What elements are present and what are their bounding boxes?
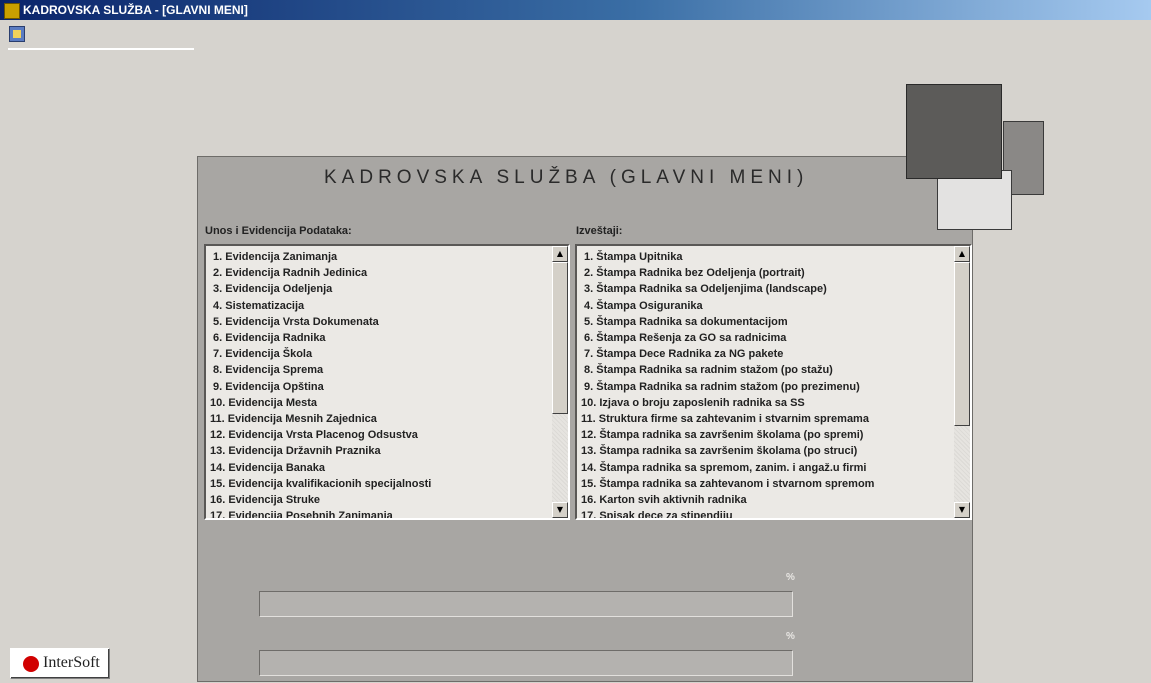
panel-title: KADROVSKA SLUŽBA (GLAVNI MENI) [324,167,809,188]
intersoft-logo-icon [23,656,39,672]
list-item[interactable]: 15. Štampa radnika sa zahtevanom i stvar… [581,476,874,492]
list-item[interactable]: 16. Evidencija Struke [210,492,431,508]
izvestaji-listbox[interactable]: 1. Štampa Upitnika 2. Štampa Radnika bez… [575,244,972,520]
app-icon[interactable] [4,3,20,19]
list-item[interactable]: 11. Evidencija Mesnih Zajednica [210,411,431,427]
list-item[interactable]: 5. Štampa Radnika sa dokumentacijom [581,314,874,330]
decorative-square [906,84,1002,179]
progress-bar-2 [259,650,793,676]
list-item[interactable]: 1. Evidencija Zanimanja [210,249,431,265]
progress-percent-label: % [786,572,795,583]
list-item[interactable]: 12. Štampa radnika sa završenim školama … [581,427,874,443]
intersoft-logo: InterSoft [10,648,110,679]
toolbar-divider [8,48,194,50]
scroll-up-arrow-icon[interactable]: ▲ [954,246,970,262]
list-item[interactable]: 10. Evidencija Mesta [210,395,431,411]
unos-listbox[interactable]: 1. Evidencija Zanimanja 2. Evidencija Ra… [204,244,570,520]
list-item[interactable]: 7. Evidencija Škola [210,346,431,362]
izvestaji-list: 1. Štampa Upitnika 2. Štampa Radnika bez… [581,249,874,518]
list-item[interactable]: 8. Štampa Radnika sa radnim stažom (po s… [581,362,874,378]
list-item[interactable]: 13. Štampa radnika sa završenim školama … [581,443,874,459]
window-title: KADROVSKA SLUŽBA - [GLAVNI MENI] [23,3,248,17]
logo-text: InterSoft [43,654,100,671]
list-item[interactable]: 6. Štampa Rešenja za GO sa radnicima [581,330,874,346]
unos-section-label: Unos i Evidencija Podataka: [205,225,352,237]
list-item[interactable]: 8. Evidencija Sprema [210,362,431,378]
list-item[interactable]: 11. Struktura firme sa zahtevanim i stva… [581,411,874,427]
izvestaji-section-label: Izveštaji: [576,225,623,237]
list-item[interactable]: 3. Štampa Radnika sa Odeljenjima (landsc… [581,281,874,297]
list-item[interactable]: 15. Evidencija kvalifikacionih specijaln… [210,476,431,492]
list-item[interactable]: 14. Štampa radnika sa spremom, zanim. i … [581,460,874,476]
list-item[interactable]: 6. Evidencija Radnika [210,330,431,346]
main-menu-panel: KADROVSKA SLUŽBA (GLAVNI MENI) Unos i Ev… [197,156,973,682]
list-item[interactable]: 14. Evidencija Banaka [210,460,431,476]
progress-bar-1 [259,591,793,617]
scroll-up-arrow-icon[interactable]: ▲ [552,246,568,262]
list-item[interactable]: 1. Štampa Upitnika [581,249,874,265]
list-item[interactable]: 7. Štampa Dece Radnika za NG pakete [581,346,874,362]
list-item[interactable]: 16. Karton svih aktivnih radnika [581,492,874,508]
decorative-square [937,170,1012,230]
list-item[interactable]: 5. Evidencija Vrsta Dokumenata [210,314,431,330]
scroll-down-arrow-icon[interactable]: ▼ [954,502,970,518]
list-item[interactable]: 9. Štampa Radnika sa radnim stažom (po p… [581,379,874,395]
scrollbar-thumb[interactable] [954,262,970,426]
izvestaji-scrollbar[interactable]: ▲ ▼ [954,246,970,518]
unos-scrollbar[interactable]: ▲ ▼ [552,246,568,518]
list-item[interactable]: 9. Evidencija Opština [210,379,431,395]
list-item[interactable]: 12. Evidencija Vrsta Placenog Odsustva [210,427,431,443]
document-icon[interactable] [9,26,25,42]
progress-percent-label: % [786,631,795,642]
window-titlebar: KADROVSKA SLUŽBA - [GLAVNI MENI] [0,0,1151,20]
list-item[interactable]: 4. Sistematizacija [210,298,431,314]
list-item[interactable]: 2. Štampa Radnika bez Odeljenja (portrai… [581,265,874,281]
list-item[interactable]: 2. Evidencija Radnih Jedinica [210,265,431,281]
list-item[interactable]: 3. Evidencija Odeljenja [210,281,431,297]
list-item[interactable]: 4. Štampa Osiguranika [581,298,874,314]
list-item[interactable]: 17. Evidencija Posebnih Zanimanja [210,508,431,518]
scroll-down-arrow-icon[interactable]: ▼ [552,502,568,518]
list-item[interactable]: 17. Spisak dece za stipendiju [581,508,874,518]
list-item[interactable]: 13. Evidencija Državnih Praznika [210,443,431,459]
scrollbar-thumb[interactable] [552,262,568,414]
list-item[interactable]: 10. Izjava o broju zaposlenih radnika sa… [581,395,874,411]
unos-list: 1. Evidencija Zanimanja 2. Evidencija Ra… [210,249,431,518]
